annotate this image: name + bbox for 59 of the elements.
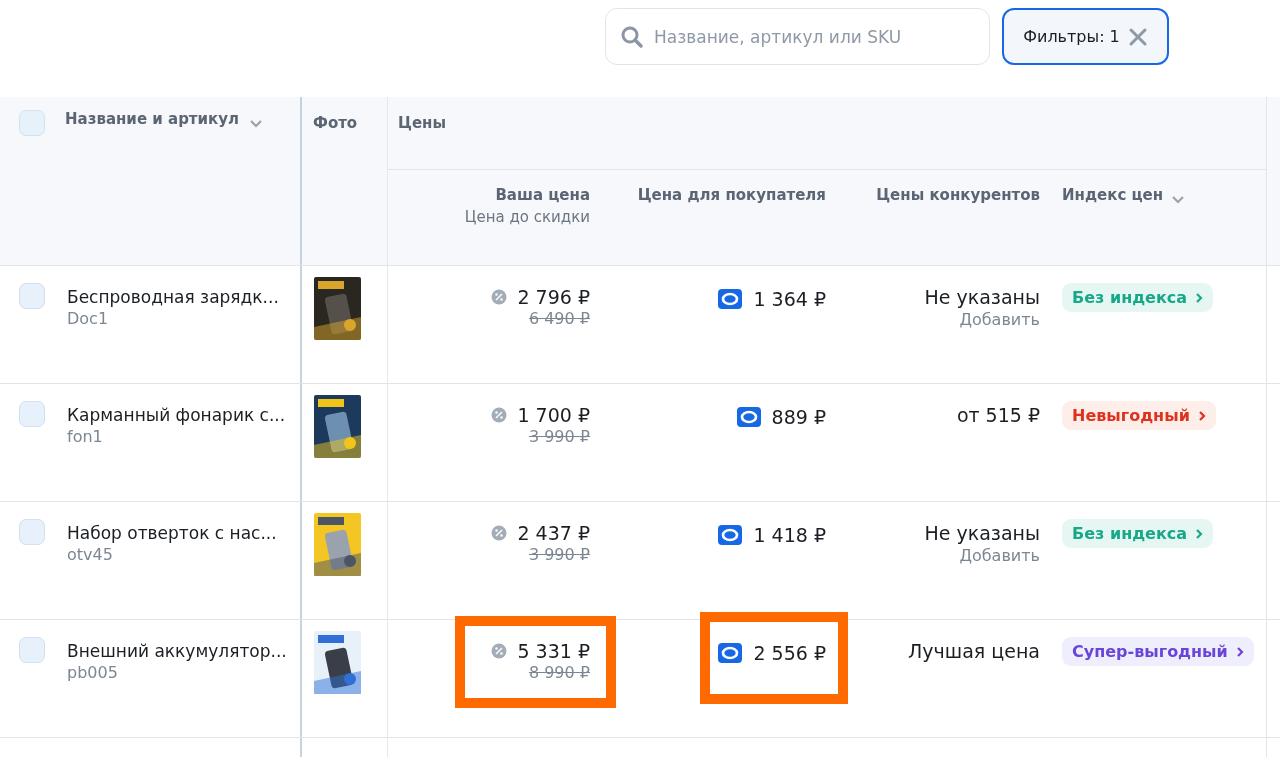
- competitor-price: Не указаны: [924, 286, 1040, 308]
- checkbox[interactable]: [19, 637, 45, 663]
- buyer-price: 889 ₽: [771, 406, 826, 428]
- chevron-down-icon[interactable]: [1171, 195, 1186, 205]
- column-header[interactable]: Индекс цен: [1062, 186, 1164, 204]
- add-link[interactable]: Добавить: [959, 546, 1040, 565]
- old-price: 3 990 ₽: [528, 427, 590, 446]
- competitor-price: от 515 ₽: [956, 404, 1040, 426]
- buyer-price: 1 364 ₽: [753, 288, 826, 310]
- product-name[interactable]: Беспроводная зарядк...: [67, 287, 279, 307]
- product-sku: Doc1: [67, 309, 110, 328]
- chevron-down-icon[interactable]: [249, 119, 264, 129]
- chevron-right-icon: [1195, 527, 1204, 540]
- column-header: Ваша цена: [495, 186, 590, 204]
- close-icon[interactable]: [1127, 26, 1148, 47]
- chevron-right-icon: [1197, 409, 1206, 422]
- checkbox[interactable]: [19, 283, 45, 309]
- competitor-price: Не указаны: [924, 522, 1040, 544]
- old-price: 8 990 ₽: [528, 663, 590, 682]
- discount-icon: [491, 643, 508, 659]
- filter-button[interactable]: Фильтры: 1: [1002, 8, 1169, 65]
- column-group-header: Цены: [398, 114, 447, 132]
- product-name[interactable]: Карманный фонарик с...: [67, 405, 286, 425]
- search-icon: [620, 25, 644, 49]
- column-header: Цена для покупателя: [637, 186, 826, 204]
- search-field[interactable]: Название, артикул или SKU: [605, 8, 990, 65]
- product-sku: pb005: [67, 663, 119, 682]
- card-icon: [718, 525, 743, 545]
- column-header[interactable]: Название и артикул: [65, 110, 240, 128]
- competitor-price: Лучшая цена: [908, 640, 1040, 662]
- checkbox[interactable]: [19, 110, 45, 136]
- product-sku: otv45: [67, 545, 114, 564]
- price: 5 331 ₽: [517, 640, 590, 662]
- price: 1 700 ₽: [517, 404, 590, 426]
- product-sku: fon1: [67, 427, 104, 446]
- price: 2 437 ₽: [517, 522, 590, 544]
- checkbox[interactable]: [19, 401, 45, 427]
- column-header: Фото: [313, 114, 358, 132]
- add-link[interactable]: Добавить: [959, 310, 1040, 329]
- buyer-price: 1 418 ₽: [753, 524, 826, 546]
- card-icon: [718, 289, 743, 309]
- card-icon: [736, 407, 761, 427]
- checkbox[interactable]: [19, 519, 45, 545]
- chevron-right-icon: [1195, 291, 1204, 304]
- product-name[interactable]: Внешний аккумулятор...: [67, 641, 287, 661]
- price-index-badge[interactable]: Супер-выгодный: [1062, 637, 1254, 666]
- column-subheader: Цена до скидки: [464, 208, 590, 226]
- discount-icon: [491, 289, 508, 305]
- old-price: 3 990 ₽: [528, 545, 590, 564]
- buyer-price: 2 556 ₽: [753, 642, 826, 664]
- chevron-right-icon: [1235, 645, 1244, 658]
- product-name[interactable]: Набор отверток с нас...: [67, 523, 277, 543]
- discount-icon: [491, 525, 508, 541]
- discount-icon: [491, 407, 508, 423]
- price-index-badge[interactable]: Невыгодный: [1062, 401, 1216, 430]
- old-price: 6 490 ₽: [528, 309, 590, 328]
- card-icon: [718, 643, 743, 663]
- price: 2 796 ₽: [517, 286, 590, 308]
- column-header: Цены конкурентов: [876, 186, 1040, 204]
